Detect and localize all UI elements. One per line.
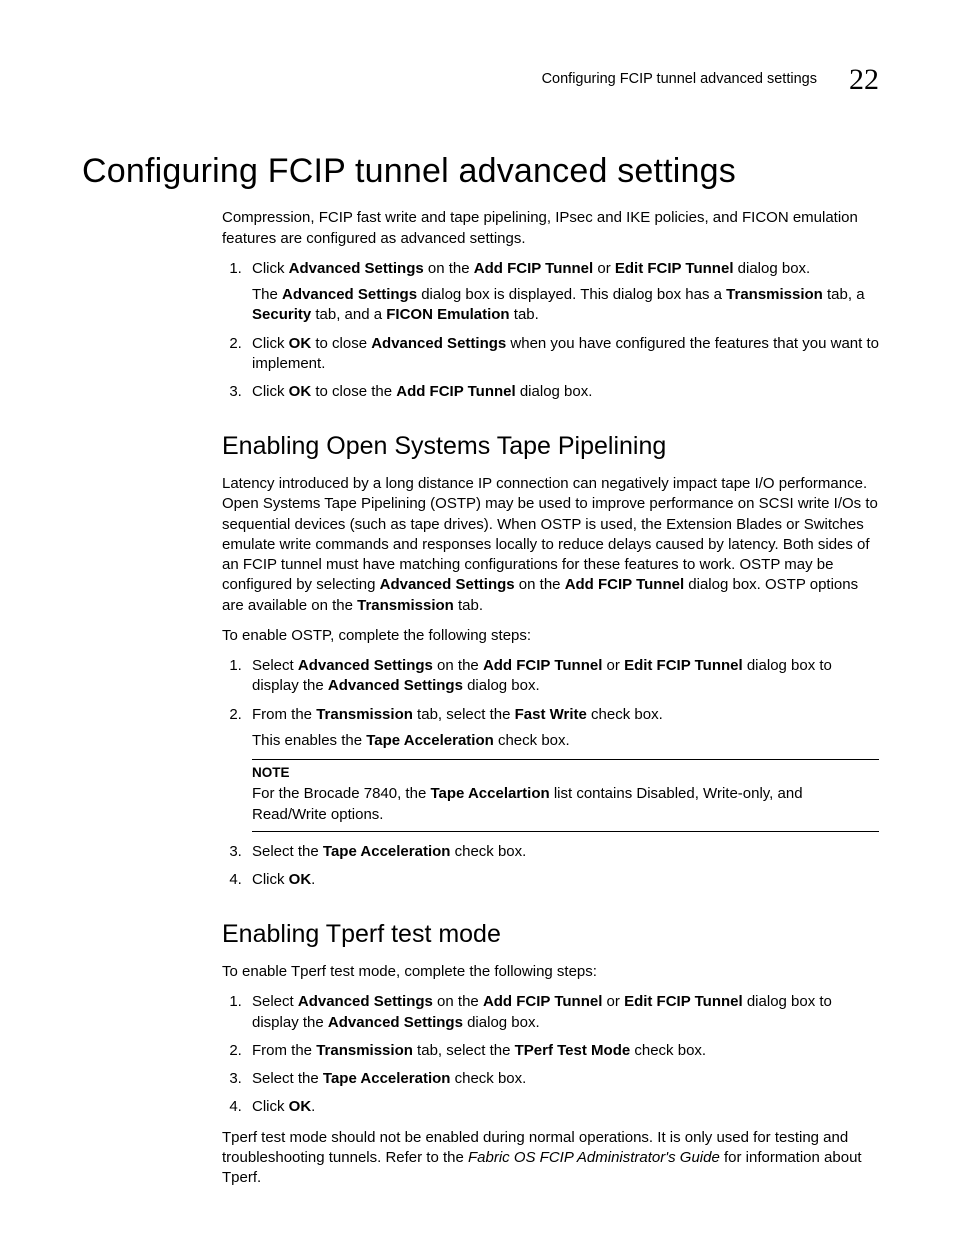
list-item: Select the Tape Acceleration check box. — [246, 1069, 879, 1089]
step-subtext: This enables the Tape Acceleration check… — [252, 731, 879, 751]
step-subtext: The Advanced Settings dialog box is disp… — [252, 285, 879, 326]
list-item: Click OK. — [246, 1097, 879, 1117]
ostp-lead: To enable OSTP, complete the following s… — [222, 626, 879, 646]
list-item: Click OK. — [246, 870, 879, 890]
note-box: NOTE For the Brocade 7840, the Tape Acce… — [252, 759, 879, 832]
intro-steps-list: Click Advanced Settings on the Add FCIP … — [222, 259, 879, 403]
page-title: Configuring FCIP tunnel advanced setting… — [82, 149, 879, 195]
note-label: NOTE — [252, 764, 879, 782]
list-item: Click Advanced Settings on the Add FCIP … — [246, 259, 879, 326]
list-item: Click OK to close the Add FCIP Tunnel di… — [246, 382, 879, 402]
tperf-steps-list: Select Advanced Settings on the Add FCIP… — [222, 992, 879, 1117]
running-header: Configuring FCIP tunnel advanced setting… — [82, 60, 879, 101]
section-heading-ostp: Enabling Open Systems Tape Pipelining — [222, 430, 879, 464]
ostp-paragraph: Latency introduced by a long distance IP… — [222, 474, 879, 616]
intro-paragraph: Compression, FCIP fast write and tape pi… — [222, 208, 879, 249]
page: Configuring FCIP tunnel advanced setting… — [0, 0, 954, 1235]
list-item: Select Advanced Settings on the Add FCIP… — [246, 992, 879, 1033]
running-title: Configuring FCIP tunnel advanced setting… — [542, 71, 817, 87]
list-item: Select the Tape Acceleration check box. — [246, 842, 879, 862]
list-item: Select Advanced Settings on the Add FCIP… — [246, 656, 879, 697]
list-item: Click OK to close Advanced Settings when… — [246, 334, 879, 375]
tperf-closing: Tperf test mode should not be enabled du… — [222, 1128, 879, 1189]
ostp-steps-list: Select Advanced Settings on the Add FCIP… — [222, 656, 879, 890]
list-item: From the Transmission tab, select the TP… — [246, 1041, 879, 1061]
chapter-number: 22 — [821, 63, 879, 96]
content-body: Compression, FCIP fast write and tape pi… — [222, 208, 879, 1188]
tperf-lead: To enable Tperf test mode, complete the … — [222, 962, 879, 982]
list-item: From the Transmission tab, select the Fa… — [246, 705, 879, 832]
section-heading-tperf: Enabling Tperf test mode — [222, 918, 879, 952]
